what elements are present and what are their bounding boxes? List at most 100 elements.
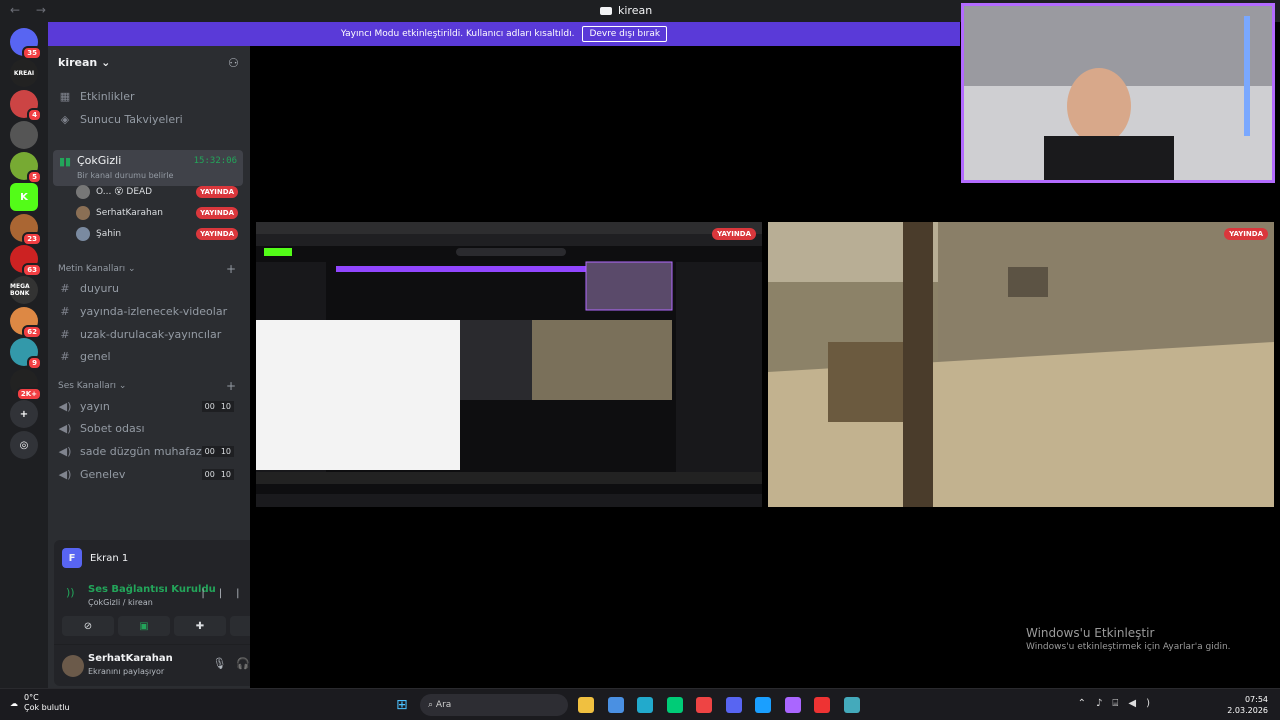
calendar-icon: ▦ xyxy=(59,89,71,103)
channel-status[interactable]: Bir kanal durumu belirle xyxy=(77,171,173,180)
channel-name: Sobet odası xyxy=(80,421,145,435)
webcam-image xyxy=(964,6,1272,180)
live-badge: YAYINDA xyxy=(1224,228,1268,240)
noise-suppression-icon[interactable]: ||| xyxy=(201,588,253,599)
server-icon[interactable]: 9 xyxy=(10,338,42,370)
add-channel-icon[interactable]: + xyxy=(226,262,236,276)
stream-tile-desktop[interactable]: YAYINDA xyxy=(256,222,762,507)
hash-icon: # xyxy=(60,281,70,295)
temperature: 0°C xyxy=(24,693,39,702)
server-icon[interactable]: 5 xyxy=(10,152,42,184)
date: 2.03.2026 xyxy=(1227,706,1268,715)
voice-active-icon: ▮▮ xyxy=(59,155,72,168)
voice-user[interactable]: O... 😵 DEAD YAYINDA xyxy=(76,183,242,201)
taskbar-app-icon[interactable] xyxy=(755,697,771,713)
channel-name: genel xyxy=(80,349,111,363)
server-icon[interactable]: K xyxy=(10,183,38,211)
taskbar-app-icon[interactable] xyxy=(637,697,653,713)
voice-channel[interactable]: ◀) sade düzgün muhafaza... 00 10 xyxy=(58,441,242,461)
voice-user[interactable]: SerhatKarahan YAYINDA xyxy=(76,204,242,222)
live-badge: YAYINDA xyxy=(712,228,756,240)
microphone-icon[interactable]: 🎙 xyxy=(212,657,236,670)
windows-start-icon[interactable]: ⊞ xyxy=(396,697,412,713)
sidebar-item-events[interactable]: ▦ Etkinlikler xyxy=(58,86,242,106)
server-icon[interactable]: 4 xyxy=(10,90,42,122)
voice-channel[interactable]: ◀) Sobet odası xyxy=(58,418,242,438)
voice-user[interactable]: Şahin YAYINDA xyxy=(76,225,242,243)
active-voice-channel[interactable]: ▮▮ ÇokGizli 15:32:06 Bir kanal durumu be… xyxy=(53,150,243,186)
user-limit: 10 xyxy=(217,445,234,457)
user-name[interactable]: SerhatKarahan xyxy=(88,653,173,664)
hash-icon: # xyxy=(60,349,70,363)
speaker-icon: ◀) xyxy=(58,467,72,481)
text-channel[interactable]: # yayında-izlenecek-videolar xyxy=(58,301,242,321)
server-icon[interactable]: MEGA BONK xyxy=(10,276,38,304)
taskbar-app-icon[interactable] xyxy=(784,697,801,713)
stream-tile-game[interactable]: YAYINDA xyxy=(768,222,1274,507)
voice-category[interactable]: Ses Kanalları ⌄ + xyxy=(58,379,242,393)
mic-tray-icon[interactable]: ♪ xyxy=(1096,698,1112,709)
connection-status[interactable]: Ses Bağlantısı Kuruldu xyxy=(88,584,216,595)
server-icon[interactable]: KREAI xyxy=(10,59,38,87)
server-icon[interactable]: 63 xyxy=(10,245,42,277)
desktop-stream-image xyxy=(256,222,762,507)
volume-icon[interactable]: ◀) xyxy=(1128,698,1160,709)
text-channel[interactable]: # uzak-durulacak-yayıncılar xyxy=(58,324,242,344)
mention-badge: 4 xyxy=(27,108,42,122)
server-icon[interactable]: 35 xyxy=(10,28,42,60)
server-label: MEGA BONK xyxy=(10,283,30,297)
webcam-overlay[interactable] xyxy=(961,3,1275,183)
screen-share-button[interactable]: ▣ xyxy=(118,616,170,636)
user-limit: 10 xyxy=(217,400,234,412)
window-title-text: kirean xyxy=(618,4,653,17)
server-icon[interactable]: 23 xyxy=(10,214,42,246)
server-icon[interactable]: + xyxy=(10,400,38,428)
signal-icon: )) xyxy=(66,586,75,599)
server-name[interactable]: kirean ⌄ xyxy=(58,56,110,69)
text-channel[interactable]: # genel xyxy=(58,346,242,366)
voice-user-name: Şahin xyxy=(96,229,122,239)
taskbar-app-icon[interactable] xyxy=(696,697,712,713)
taskbar-app-icon[interactable] xyxy=(607,697,624,713)
network-icon[interactable]: ⌸ xyxy=(1112,698,1128,709)
taskbar-app-icon[interactable] xyxy=(578,697,594,713)
mention-badge: 2K+ xyxy=(15,387,42,401)
nav-arrows[interactable]: ← → xyxy=(10,3,52,17)
text-category[interactable]: Metin Kanalları ⌄ + xyxy=(58,262,242,276)
voice-channel[interactable]: ◀) yayın 00 10 xyxy=(58,396,242,416)
screen-label: Ekran 1 xyxy=(90,552,129,564)
activities-button[interactable]: ✚ xyxy=(174,616,226,636)
voice-user-name: O... 😵 DEAD xyxy=(96,187,153,197)
add-channel-icon[interactable]: + xyxy=(226,379,236,393)
channel-name: uzak-durulacak-yayıncılar xyxy=(80,327,222,341)
sidebar-item-boosts[interactable]: ◈ Sunucu Takviyeleri xyxy=(58,109,242,129)
disable-streamer-mode-button[interactable]: Devre dışı bırak xyxy=(582,26,668,42)
screen-share-status: F Ekran 1 xyxy=(62,548,128,568)
text-channel[interactable]: # duyuru xyxy=(58,278,242,298)
weather-widget[interactable]: ☁ 0°C Çok bulutlu xyxy=(10,693,70,713)
channel-sidebar: kirean ⌄ ⚇ ▦ Etkinlikler ◈ Sunucu Takviyel… xyxy=(48,46,290,688)
chevron-up-icon[interactable]: ⌃ xyxy=(1078,698,1096,709)
search-icon: ⌕ xyxy=(428,700,436,710)
taskbar-app-icon[interactable] xyxy=(666,697,683,713)
live-badge: YAYINDA xyxy=(196,228,238,240)
clock[interactable]: 07:54 2.03.2026 xyxy=(1227,694,1268,716)
taskbar-app-icon[interactable] xyxy=(814,697,830,713)
add-member-icon[interactable]: ⚇ xyxy=(228,56,242,70)
taskbar-search[interactable]: ⌕ Ara xyxy=(420,694,568,716)
server-icon[interactable] xyxy=(10,121,38,149)
server-icon[interactable]: 2K+ xyxy=(10,369,42,401)
user-count: 00 xyxy=(201,468,218,480)
server-icon[interactable]: 62 xyxy=(10,307,42,339)
mention-badge: 23 xyxy=(22,232,42,246)
server-icon[interactable]: ◎ xyxy=(10,431,38,459)
avatar[interactable] xyxy=(62,655,84,677)
camera-off-button[interactable]: ⊘ xyxy=(62,616,114,636)
game-stream-image xyxy=(768,222,1274,507)
boosts-label: Sunucu Takviyeleri xyxy=(80,112,183,126)
server-name-text: kirean xyxy=(58,56,98,69)
taskbar-app-icon[interactable] xyxy=(725,697,742,713)
server-label: K xyxy=(20,191,28,203)
taskbar-app-icon[interactable] xyxy=(843,697,860,713)
voice-channel[interactable]: ◀) Genelev 00 10 xyxy=(58,464,242,484)
